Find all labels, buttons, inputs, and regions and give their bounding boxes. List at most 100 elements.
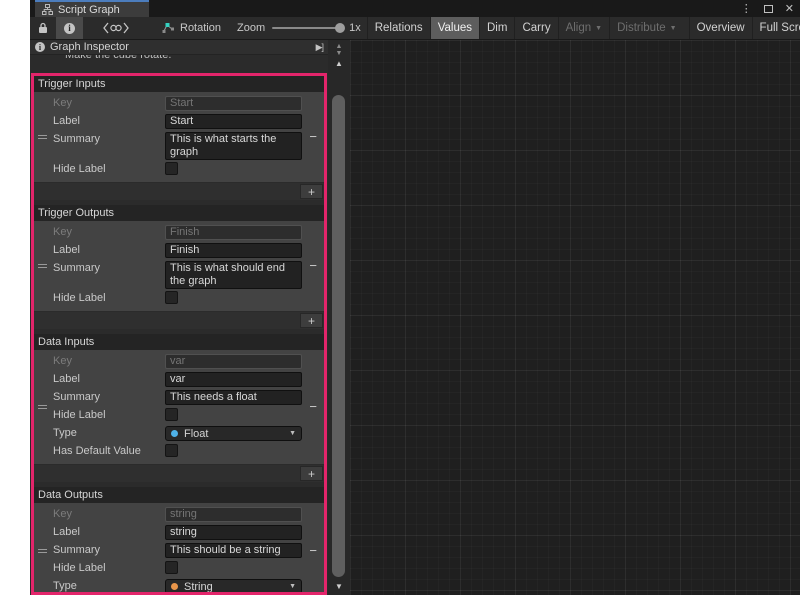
zoom-slider[interactable]: [272, 27, 342, 29]
toolbar-button-overview[interactable]: Overview: [689, 17, 752, 39]
field-summary: This needs a float: [165, 390, 302, 405]
field-label: Key: [53, 97, 72, 109]
toolbar-button-distribute[interactable]: Distribute▼: [609, 17, 684, 39]
field-label: Type: [53, 580, 77, 592]
toolbar-button-relations[interactable]: Relations: [367, 17, 430, 39]
has-default-value-checkbox[interactable]: [165, 444, 178, 457]
inspector-scrollbar: ▲ ▼ ▲ ▼: [328, 40, 350, 595]
summary-input[interactable]: This should be a string: [165, 543, 302, 558]
scroll-up-icon[interactable]: ▲: [328, 43, 350, 50]
field-row-hide-label: Hide Label: [34, 290, 324, 308]
graph-summary-text: Make the cube rotate.: [30, 55, 328, 68]
field-row-label: Labelstring: [34, 524, 324, 542]
dock-panel-icon[interactable]: ▶]: [316, 42, 323, 53]
section-data-outputs: Data OutputsKeystringLabelstringSummaryT…: [34, 487, 324, 595]
remove-item-button[interactable]: −: [309, 402, 317, 412]
drag-handle-icon[interactable]: [38, 547, 47, 555]
hide-label-checkbox[interactable]: [165, 408, 178, 421]
chevron-down-icon: ▼: [595, 25, 602, 32]
field-label: var: [165, 372, 302, 387]
lock-button[interactable]: [30, 17, 56, 39]
connections-button[interactable]: [95, 17, 137, 39]
add-item-button[interactable]: +: [300, 313, 323, 328]
field-row-type: Type String▼: [34, 578, 324, 595]
summary-input[interactable]: This is what should end the graph: [165, 261, 302, 289]
field-label: Label: [53, 244, 80, 256]
section-item: KeystringLabelstringSummaryThis should b…: [34, 503, 324, 595]
toolbar-button-values[interactable]: Values: [430, 17, 479, 39]
hide-label-checkbox[interactable]: [165, 561, 178, 574]
field-label: Hide Label: [53, 409, 106, 421]
field-key: string: [165, 507, 302, 522]
toolbar-button-carry[interactable]: Carry: [514, 17, 557, 39]
field-summary: This is what should end the graph: [165, 261, 302, 289]
remove-item-button[interactable]: −: [309, 132, 317, 142]
remove-item-button[interactable]: −: [309, 261, 317, 271]
scrollbar-thumb[interactable]: [332, 95, 345, 577]
graph-toolbar: i Rotation Zoom: [30, 17, 800, 40]
section-item: Keyvar Label var Summary This needs a float H…: [34, 350, 324, 464]
field-label: Summary: [53, 391, 100, 403]
script-graph-window: Script Graph ⋮ ✕ i: [30, 0, 800, 595]
hide-label-checkbox[interactable]: [165, 162, 178, 175]
field-row-summary: Summary This needs a float: [34, 389, 324, 407]
field-label: Hide Label: [53, 562, 106, 574]
add-item-row: +: [34, 183, 324, 200]
add-item-button[interactable]: +: [300, 466, 323, 481]
field-row-key: KeyFinish: [34, 224, 324, 242]
graph-canvas[interactable]: [350, 40, 800, 595]
zoom-slider-handle[interactable]: [335, 23, 345, 33]
label-input[interactable]: string: [165, 525, 302, 540]
hide-label-checkbox[interactable]: [165, 291, 178, 304]
field-hide-label: [165, 162, 302, 175]
toolbar-button-label: Dim: [487, 22, 507, 34]
scroll-down-icon[interactable]: ▼: [328, 50, 350, 57]
remove-item-button[interactable]: −: [309, 546, 317, 556]
scrollbar-up-arrow[interactable]: ▲: [328, 60, 350, 67]
field-label: Finish: [165, 243, 302, 258]
field-row-key: Keyvar: [34, 353, 324, 371]
zoom-label: Zoom: [237, 22, 265, 34]
drag-handle-icon[interactable]: [38, 262, 47, 270]
toolbar-button-label: Values: [438, 22, 472, 34]
type-dropdown[interactable]: Float▼: [165, 426, 302, 441]
field-label: Key: [53, 226, 72, 238]
rotation-toggle[interactable]: Rotation: [151, 22, 231, 34]
field-label: Summary: [53, 262, 100, 274]
field-label: Hide Label: [53, 292, 106, 304]
toolbar-button-full-screen[interactable]: Full Screen: [752, 17, 800, 39]
add-item-button[interactable]: +: [300, 184, 323, 199]
type-color-dot: [171, 430, 178, 437]
summary-input[interactable]: This needs a float: [165, 390, 302, 405]
toolbar-button-align[interactable]: Align▼: [558, 17, 610, 39]
drag-handle-icon[interactable]: [38, 403, 47, 411]
field-hide-label: [165, 291, 302, 304]
toolbar-button-label: Overview: [697, 22, 745, 34]
type-dropdown[interactable]: String▼: [165, 579, 302, 594]
scrollbar-down-arrow[interactable]: ▼: [328, 583, 350, 590]
toolbar-button-dim[interactable]: Dim: [479, 17, 514, 39]
inspector-body: Make the cube rotate. Trigger Inputs Key S…: [30, 55, 328, 595]
label-input[interactable]: Start: [165, 114, 302, 129]
drag-handle-icon[interactable]: [38, 133, 47, 141]
label-input[interactable]: var: [165, 372, 302, 387]
tab-script-graph[interactable]: Script Graph: [35, 0, 149, 17]
zoom-value: 1x: [349, 22, 361, 34]
rotation-icon: [161, 22, 175, 34]
inspector-toggle-button[interactable]: i: [56, 17, 83, 39]
window-menu-icon[interactable]: ⋮: [741, 2, 752, 15]
field-row-hide-label: Hide Label: [34, 560, 324, 578]
section-trigger-outputs: Trigger Outputs KeyFinish Label Finish Summa…: [34, 205, 324, 329]
field-label: Label: [53, 373, 80, 385]
section-header: Trigger Inputs: [34, 76, 324, 92]
summary-input[interactable]: This is what starts the graph: [165, 132, 302, 160]
toolbar-button-group: Relations Values Dim Carry Align▼Distribute▼…: [367, 17, 800, 39]
inspector-title: Graph Inspector: [50, 41, 129, 53]
field-label: Hide Label: [53, 163, 106, 175]
section-header: Trigger Outputs: [34, 205, 324, 221]
field-label: Label: [53, 115, 80, 127]
close-icon[interactable]: ✕: [785, 2, 794, 15]
label-input[interactable]: Finish: [165, 243, 302, 258]
maximize-icon[interactable]: [764, 5, 773, 13]
toolbar-button-label: Carry: [522, 22, 550, 34]
